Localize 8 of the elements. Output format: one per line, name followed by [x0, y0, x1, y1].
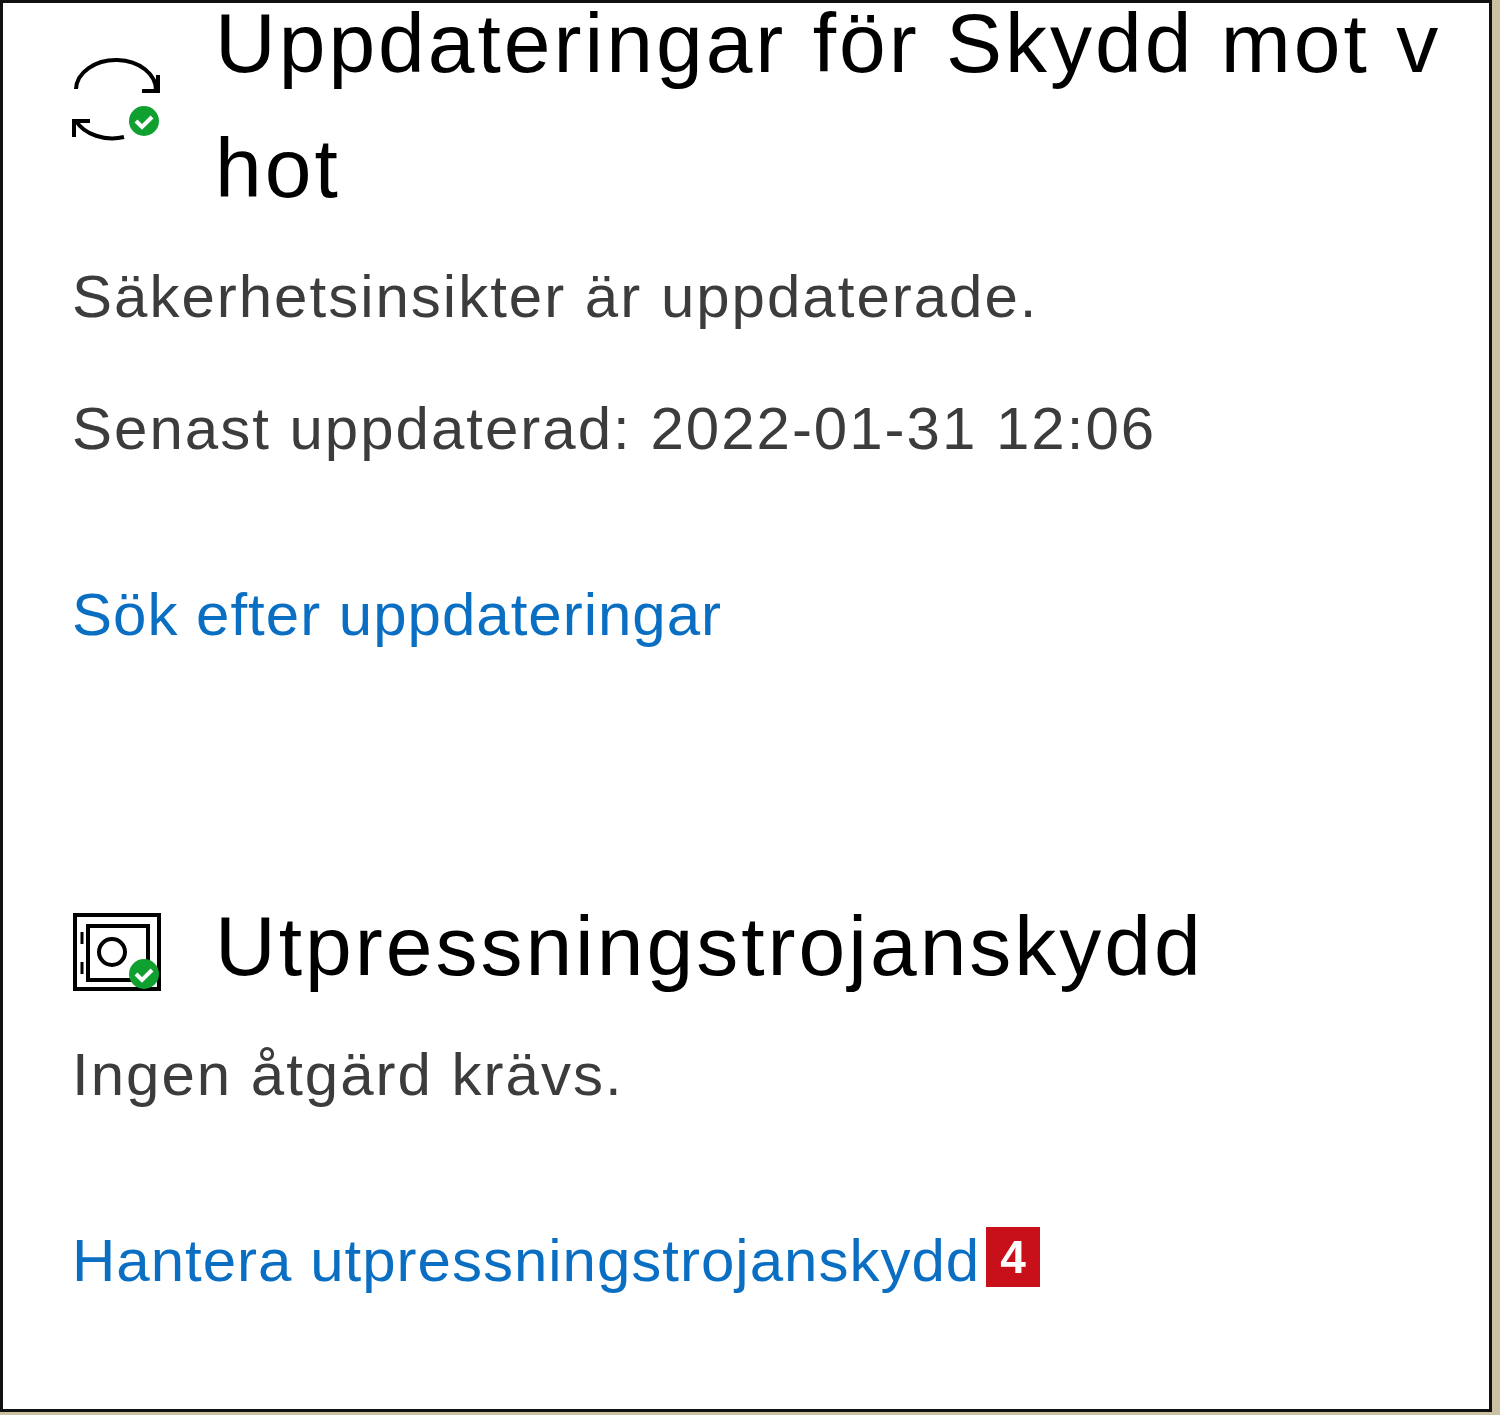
section-heading: Utpressningstrojanskydd [215, 898, 1204, 995]
section-heading: Uppdateringar för Skydd mot v hot [215, 0, 1442, 217]
number-badge: 4 [986, 1227, 1040, 1287]
action-link[interactable]: Sök efter uppdateringar [72, 575, 723, 655]
status-text: Ingen åtgärd krävs. [72, 1040, 624, 1110]
status-text: Säkerhetsinsikter är uppdaterade. [72, 262, 1039, 332]
action-link[interactable]: Hantera utpressningstrojanskydd [72, 1221, 981, 1301]
status-text: Senast uppdaterad: 2022-01-31 12:06 [72, 394, 1157, 464]
